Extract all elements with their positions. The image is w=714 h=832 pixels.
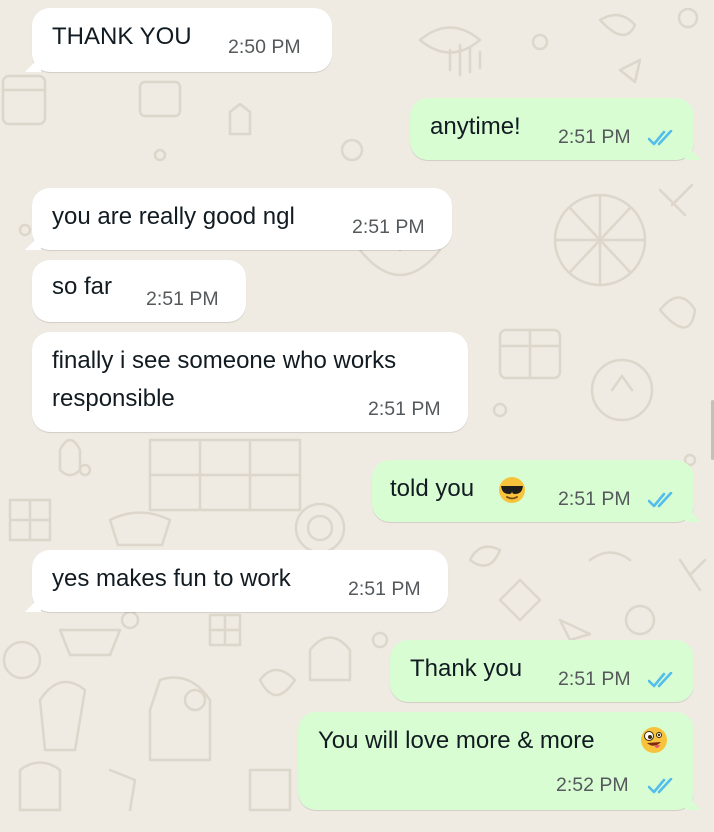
message-bubble-incoming[interactable]: you are really good ngl 2:51 PM	[32, 188, 452, 250]
message-timestamp: 2:50 PM	[228, 36, 301, 58]
message-bubble-incoming[interactable]: THANK YOU 2:50 PM	[32, 8, 332, 72]
message-bubble-incoming[interactable]: yes makes fun to work 2:51 PM	[32, 550, 448, 612]
message-timestamp: 2:51 PM	[558, 488, 631, 510]
message-text: anytime!	[430, 113, 521, 140]
message-timestamp: 2:51 PM	[368, 398, 441, 420]
message-text-line: responsible	[52, 385, 175, 412]
message-timestamp: 2:51 PM	[146, 288, 219, 310]
message-bubble-outgoing[interactable]: told you 2:51 PM	[372, 460, 694, 522]
message-timestamp: 2:51 PM	[348, 578, 421, 600]
double-check-icon	[648, 672, 673, 688]
message-text: THANK YOU	[52, 23, 192, 50]
sunglasses-emoji-icon	[499, 477, 525, 503]
message-text: you are really good ngl	[52, 203, 295, 230]
message-bubble-incoming[interactable]: so far 2:51 PM	[32, 260, 246, 322]
message-bubble-incoming[interactable]: finally i see someone who works responsi…	[32, 332, 468, 432]
message-timestamp: 2:51 PM	[558, 668, 631, 690]
double-check-icon	[648, 130, 673, 146]
message-text: so far	[52, 273, 113, 300]
zany-face-emoji-icon	[641, 727, 667, 753]
message-bubble-outgoing[interactable]: anytime! 2:51 PM	[410, 98, 694, 160]
message-text-line: finally i see someone who works	[52, 347, 397, 374]
double-check-icon	[648, 778, 673, 794]
message-timestamp: 2:52 PM	[556, 774, 629, 796]
message-text: yes makes fun to work	[52, 565, 291, 592]
message-bubble-outgoing[interactable]: You will love more & more 2:52 PM	[298, 712, 694, 810]
message-text: told you	[390, 475, 475, 502]
message-text: Thank you	[410, 655, 523, 682]
message-timestamp: 2:51 PM	[352, 216, 425, 238]
message-timestamp: 2:51 PM	[558, 126, 631, 148]
message-bubble-outgoing[interactable]: Thank you 2:51 PM	[390, 640, 694, 702]
double-check-icon	[648, 492, 673, 508]
message-text: You will love more & more	[318, 727, 595, 754]
